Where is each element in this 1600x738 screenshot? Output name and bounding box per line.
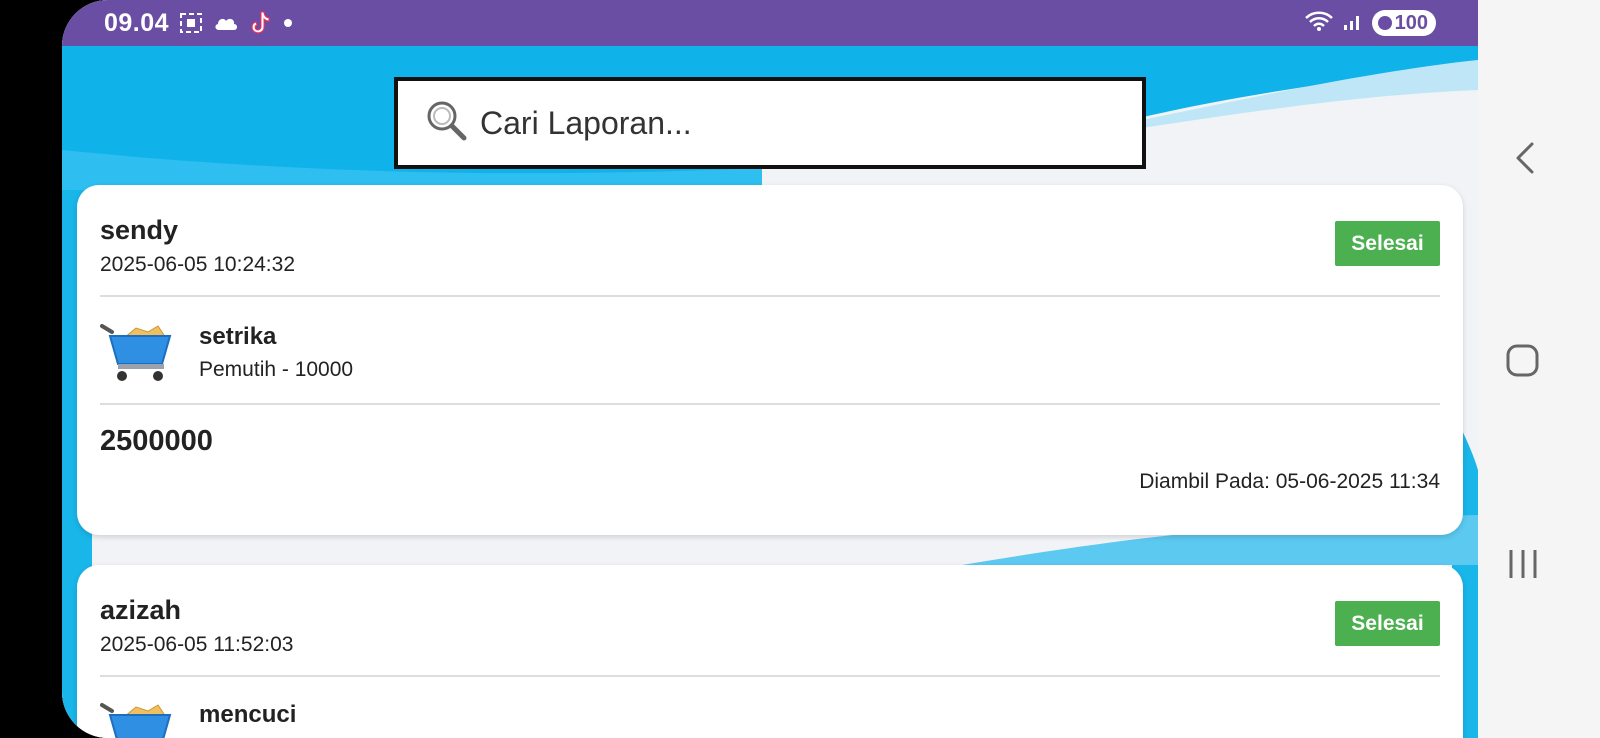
cloud-icon xyxy=(213,14,239,32)
system-nav-bar xyxy=(1478,0,1600,738)
app-screen: 09.04 100 Cari Laporan... sendy 2025-06-… xyxy=(62,0,1478,738)
service-name: mencuci xyxy=(199,701,297,728)
status-time: 09.04 xyxy=(104,8,170,37)
battery-saver-icon xyxy=(1377,16,1392,30)
order-date: 2025-06-05 10:24:32 xyxy=(100,253,295,276)
battery-level: 100 xyxy=(1394,11,1428,34)
search-input[interactable] xyxy=(480,104,1080,142)
wifi-icon xyxy=(1304,10,1334,37)
divider xyxy=(100,295,1440,297)
screenshot-icon xyxy=(179,12,203,34)
service-detail: Pemutih - 10000 xyxy=(199,358,354,381)
status-badge[interactable]: Selesai xyxy=(1335,221,1440,266)
pickup-time: Diambil Pada: 05-06-2025 11:34 xyxy=(1139,470,1440,493)
recents-icon[interactable] xyxy=(1509,550,1537,578)
customer-name: azizah xyxy=(100,595,182,625)
status-bar: 09.04 100 xyxy=(62,0,1478,46)
home-icon[interactable] xyxy=(1506,344,1539,377)
service-name: setrika xyxy=(199,323,277,350)
search-icon xyxy=(424,98,470,149)
report-card[interactable]: azizah 2025-06-05 11:52:03 Selesai mencu… xyxy=(77,565,1463,738)
cart-icon xyxy=(100,320,174,384)
divider xyxy=(100,675,1440,677)
signal-icon xyxy=(1342,10,1364,37)
tiktok-icon xyxy=(249,10,271,36)
order-date: 2025-06-05 11:52:03 xyxy=(100,633,294,656)
report-card[interactable]: sendy 2025-06-05 10:24:32 Selesai setrik… xyxy=(77,185,1463,535)
status-badge[interactable]: Selesai xyxy=(1335,601,1440,646)
customer-name: sendy xyxy=(100,215,179,245)
battery-indicator: 100 xyxy=(1371,10,1436,36)
dot-icon xyxy=(281,16,295,30)
cart-icon xyxy=(100,699,174,738)
total-price: 2500000 xyxy=(100,425,213,457)
divider xyxy=(100,403,1440,405)
back-icon[interactable] xyxy=(1516,142,1534,174)
search-bar[interactable] xyxy=(394,77,1146,169)
